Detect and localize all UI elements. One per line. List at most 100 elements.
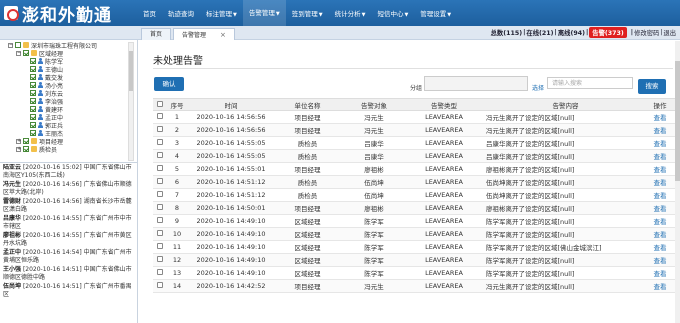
view-link[interactable]: 查看 bbox=[654, 114, 667, 122]
row-checkbox[interactable] bbox=[157, 243, 163, 249]
cell-time: 2020-10-16 14:50:01 bbox=[187, 201, 275, 215]
cell-type: LEAVEAREA bbox=[408, 162, 480, 176]
view-link[interactable]: 查看 bbox=[654, 140, 667, 148]
main-scroll-thumb[interactable] bbox=[675, 61, 680, 181]
view-link[interactable]: 查看 bbox=[654, 205, 667, 213]
tree-node[interactable]: + 质检员 bbox=[16, 145, 57, 154]
expand-toggle-icon[interactable]: + bbox=[16, 146, 21, 152]
tree-checkbox[interactable] bbox=[30, 82, 36, 88]
alarm-table: 序号 时间 单位名称 告警对象 告警类型 告警内容 操作 1 2020-10-16… bbox=[153, 98, 675, 293]
row-checkbox-cell bbox=[153, 227, 167, 241]
tab-bar: 首页 告警管理 × 总数(115) | 在线(21) | 离线(94) | 告警(373)… bbox=[0, 26, 680, 40]
tree-checkbox[interactable] bbox=[30, 98, 36, 104]
view-link[interactable]: 查看 bbox=[654, 218, 667, 226]
row-checkbox[interactable] bbox=[157, 152, 163, 158]
cell-unit: 质检员 bbox=[275, 149, 340, 163]
message-name: 孟正中 bbox=[3, 249, 22, 256]
view-link[interactable]: 查看 bbox=[654, 192, 667, 200]
cell-content: 陈学军离开了设定的区域[null] bbox=[480, 266, 645, 280]
chevron-down-icon: ▼ bbox=[275, 11, 280, 17]
cell-content: 伍尚坤离开了设定的区域[null] bbox=[480, 188, 645, 202]
tab-0[interactable]: 首页 bbox=[141, 28, 172, 40]
view-link[interactable]: 查看 bbox=[654, 283, 667, 291]
col-header-unit: 单位名称 bbox=[275, 98, 340, 111]
nav-item-label: 短信中心 bbox=[377, 10, 404, 18]
tree-checkbox[interactable] bbox=[30, 66, 36, 72]
search-input[interactable] bbox=[547, 77, 633, 89]
select-all-checkbox[interactable] bbox=[157, 100, 163, 107]
tree-checkbox[interactable] bbox=[30, 90, 36, 96]
row-checkbox[interactable] bbox=[157, 113, 163, 119]
nav-item-0[interactable]: 首页 bbox=[137, 8, 162, 18]
row-checkbox[interactable] bbox=[157, 217, 163, 223]
main-scrollbar[interactable] bbox=[675, 41, 680, 323]
view-link[interactable]: 查看 bbox=[654, 179, 667, 187]
nav-item-5[interactable]: 统计分析▼ bbox=[329, 8, 372, 18]
tree-checkbox[interactable] bbox=[23, 50, 29, 56]
nav-item-4[interactable]: 签到管理▼ bbox=[286, 8, 329, 18]
cell-content: 廖祖彬离开了设定的区域[null] bbox=[480, 201, 645, 215]
row-checkbox[interactable] bbox=[157, 256, 163, 262]
row-checkbox[interactable] bbox=[157, 230, 163, 236]
alarm-count-badge[interactable]: 告警(373) bbox=[589, 27, 627, 38]
total-count-link[interactable]: 总数(115) bbox=[491, 28, 523, 37]
list-item: 冯元生 [2020-10-16 14:56] 广东省佛山市顺德区苹大路(北岸) bbox=[0, 181, 138, 198]
search-button[interactable]: 搜索 bbox=[638, 79, 666, 94]
tree-checkbox[interactable] bbox=[30, 106, 36, 112]
tree-checkbox[interactable] bbox=[30, 130, 36, 136]
nav-item-7[interactable]: 管理设置▼ bbox=[414, 8, 457, 18]
online-count-link[interactable]: 在线(21) bbox=[526, 28, 553, 37]
message-time: [2020-10-16 14:51] bbox=[22, 283, 82, 290]
nav-item-2[interactable]: 标注管理▼ bbox=[200, 8, 243, 18]
close-icon[interactable]: × bbox=[220, 31, 226, 39]
cell-content: 冯元生离开了设定的区域[null] bbox=[480, 110, 645, 124]
row-checkbox[interactable] bbox=[157, 126, 163, 132]
nav-item-3[interactable]: 告警管理▼ bbox=[242, 0, 286, 26]
group-label: 分组 bbox=[410, 85, 423, 92]
col-header-no: 序号 bbox=[167, 98, 187, 111]
change-password-link[interactable]: 修改密码 bbox=[634, 28, 659, 37]
cell-time: 2020-10-16 14:51:12 bbox=[187, 188, 275, 202]
table-row: 11 2020-10-16 14:49:10 区域经理 陈学军 LEAVEAREA 陈学军… bbox=[153, 240, 675, 254]
offline-count-link[interactable]: 离线(94) bbox=[558, 28, 585, 37]
view-link[interactable]: 查看 bbox=[654, 153, 667, 161]
view-link[interactable]: 查看 bbox=[654, 257, 667, 265]
tree-checkbox[interactable] bbox=[30, 122, 36, 128]
view-link[interactable]: 查看 bbox=[654, 270, 667, 278]
row-checkbox[interactable] bbox=[157, 139, 163, 145]
cell-content: 陈学军离开了设定的区域[null] bbox=[480, 214, 645, 228]
tree-checkbox[interactable] bbox=[30, 114, 36, 120]
tree-checkbox[interactable] bbox=[23, 138, 29, 144]
select-group-link[interactable]: 选择 bbox=[532, 83, 544, 92]
row-checkbox[interactable] bbox=[157, 282, 163, 288]
logout-link[interactable]: 退出 bbox=[663, 28, 676, 37]
tree-checkbox[interactable] bbox=[30, 58, 36, 64]
nav-item-6[interactable]: 短信中心▼ bbox=[371, 8, 414, 18]
row-checkbox[interactable] bbox=[157, 204, 163, 210]
tree-checkbox[interactable] bbox=[30, 74, 36, 80]
row-checkbox[interactable] bbox=[157, 165, 163, 171]
view-link[interactable]: 查看 bbox=[654, 127, 667, 135]
tab-1[interactable]: 告警管理 × bbox=[173, 28, 235, 40]
confirm-button[interactable]: 确认 bbox=[154, 77, 184, 91]
cell-type: LEAVEAREA bbox=[408, 110, 480, 124]
tree-checkbox[interactable] bbox=[15, 42, 21, 48]
nav-item-1[interactable]: 轨迹查询 bbox=[162, 8, 200, 18]
expand-toggle-icon[interactable]: + bbox=[16, 138, 21, 144]
tree-scrollbar[interactable] bbox=[128, 42, 134, 161]
tree-checkbox[interactable] bbox=[23, 146, 29, 152]
folder-icon bbox=[23, 42, 29, 48]
row-checkbox[interactable] bbox=[157, 178, 163, 184]
view-link[interactable]: 查看 bbox=[654, 244, 667, 252]
tree-scroll-thumb[interactable] bbox=[129, 51, 133, 91]
view-link[interactable]: 查看 bbox=[654, 166, 667, 174]
table-row: 14 2020-10-16 14:42:52 项目经理 冯元生 LEAVEAREA 冯元生… bbox=[153, 279, 675, 293]
cell-type: LEAVEAREA bbox=[408, 240, 480, 254]
group-field[interactable] bbox=[424, 76, 528, 91]
cell-target: 陈学军 bbox=[340, 214, 408, 228]
view-link[interactable]: 查看 bbox=[654, 231, 667, 239]
row-checkbox[interactable] bbox=[157, 269, 163, 275]
expand-toggle-icon[interactable]: − bbox=[8, 42, 13, 48]
row-checkbox[interactable] bbox=[157, 191, 163, 197]
expand-toggle-icon[interactable]: − bbox=[16, 50, 21, 56]
